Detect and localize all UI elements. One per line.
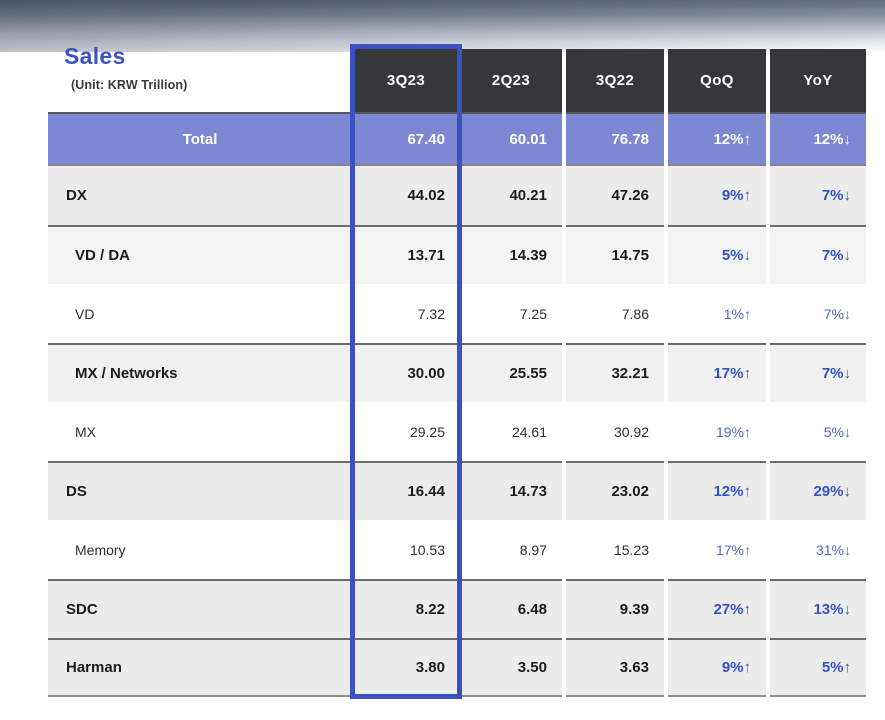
- cell-dx-qoq: 9%↑: [668, 166, 766, 225]
- cell-harman-2q23: 3.50: [460, 638, 562, 697]
- cell-ds-3q23: 16.44: [352, 461, 460, 520]
- cell-mx-networks-3q22: 32.21: [566, 343, 664, 402]
- row-label-total: Total: [48, 112, 352, 166]
- cell-mx-qoq: 19%↑: [668, 402, 766, 461]
- cell-memory-2q23: 8.97: [460, 520, 562, 579]
- column-header-yoy: YoY: [770, 49, 866, 112]
- row-label-sdc: SDC: [48, 579, 352, 638]
- cell-harman-3q22: 3.63: [566, 638, 664, 697]
- cell-dx-3q23: 44.02: [352, 166, 460, 225]
- row-label-vd: VD: [48, 284, 352, 343]
- cell-mx-networks-2q23: 25.55: [460, 343, 562, 402]
- row-label-memory: Memory: [48, 520, 352, 579]
- cell-vd-yoy: 7%↓: [770, 284, 866, 343]
- cell-mx-3q23: 29.25: [352, 402, 460, 461]
- sales-table: 3Q232Q233Q22QoQYoYTotal67.4060.0176.7812…: [48, 49, 866, 697]
- cell-sdc-qoq: 27%↑: [668, 579, 766, 638]
- cell-vd-2q23: 7.25: [460, 284, 562, 343]
- cell-harman-yoy: 5%↑: [770, 638, 866, 697]
- cell-sdc-3q22: 9.39: [566, 579, 664, 638]
- cell-vd-3q23: 7.32: [352, 284, 460, 343]
- cell-mx-networks-qoq: 17%↑: [668, 343, 766, 402]
- cell-total-3q23: 67.40: [352, 112, 460, 166]
- cell-vd-da-3q22: 14.75: [566, 225, 664, 284]
- cell-memory-qoq: 17%↑: [668, 520, 766, 579]
- cell-vd-da-2q23: 14.39: [460, 225, 562, 284]
- page-title: Sales: [64, 44, 187, 69]
- cell-harman-3q23: 3.80: [352, 638, 460, 697]
- cell-ds-yoy: 29%↓: [770, 461, 866, 520]
- column-header-3q23: 3Q23: [352, 49, 460, 112]
- cell-vd-da-qoq: 5%↓: [668, 225, 766, 284]
- cell-sdc-2q23: 6.48: [460, 579, 562, 638]
- column-header-2q23: 2Q23: [460, 49, 562, 112]
- cell-vd-qoq: 1%↑: [668, 284, 766, 343]
- cell-dx-2q23: 40.21: [460, 166, 562, 225]
- cell-dx-3q22: 47.26: [566, 166, 664, 225]
- cell-mx-networks-3q23: 30.00: [352, 343, 460, 402]
- row-label-mx: MX: [48, 402, 352, 461]
- cell-total-qoq: 12%↑: [668, 112, 766, 166]
- cell-sdc-yoy: 13%↓: [770, 579, 866, 638]
- cell-vd-da-3q23: 13.71: [352, 225, 460, 284]
- row-label-harman: Harman: [48, 638, 352, 697]
- cell-total-2q23: 60.01: [460, 112, 562, 166]
- column-header-qoq: QoQ: [668, 49, 766, 112]
- cell-ds-2q23: 14.73: [460, 461, 562, 520]
- cell-ds-3q22: 23.02: [566, 461, 664, 520]
- cell-harman-qoq: 9%↑: [668, 638, 766, 697]
- unit-label: (Unit: KRW Trillion): [64, 78, 187, 92]
- title-block: Sales (Unit: KRW Trillion): [64, 44, 187, 92]
- cell-mx-networks-yoy: 7%↓: [770, 343, 866, 402]
- cell-mx-3q22: 30.92: [566, 402, 664, 461]
- row-label-mx-networks: MX / Networks: [48, 343, 352, 402]
- cell-memory-3q23: 10.53: [352, 520, 460, 579]
- cell-mx-2q23: 24.61: [460, 402, 562, 461]
- cell-vd-3q22: 7.86: [566, 284, 664, 343]
- cell-dx-yoy: 7%↓: [770, 166, 866, 225]
- cell-ds-qoq: 12%↑: [668, 461, 766, 520]
- cell-memory-yoy: 31%↓: [770, 520, 866, 579]
- cell-total-3q22: 76.78: [566, 112, 664, 166]
- cell-vd-da-yoy: 7%↓: [770, 225, 866, 284]
- cell-sdc-3q23: 8.22: [352, 579, 460, 638]
- cell-mx-yoy: 5%↓: [770, 402, 866, 461]
- row-label-vd-da: VD / DA: [48, 225, 352, 284]
- row-label-dx: DX: [48, 166, 352, 225]
- cell-memory-3q22: 15.23: [566, 520, 664, 579]
- column-header-3q22: 3Q22: [566, 49, 664, 112]
- row-label-ds: DS: [48, 461, 352, 520]
- cell-total-yoy: 12%↓: [770, 112, 866, 166]
